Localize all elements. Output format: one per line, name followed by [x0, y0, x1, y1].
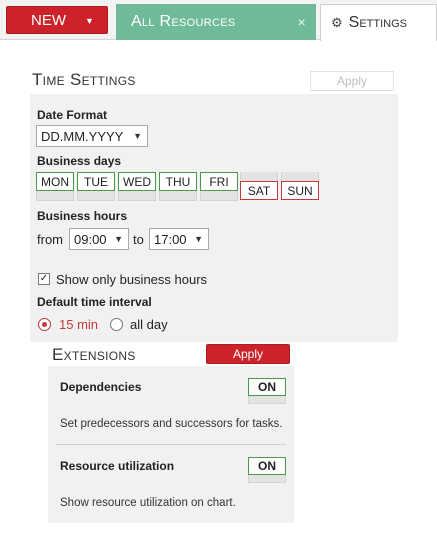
day-toggle-mon[interactable]: MON	[36, 172, 74, 191]
to-label: to	[133, 232, 144, 247]
chevron-down-icon: ▼	[194, 234, 203, 244]
dependencies-toggle[interactable]: ON	[248, 378, 286, 396]
tab-settings-label: Settings	[348, 14, 407, 31]
tab-all-resources[interactable]: All Resources ×	[116, 4, 316, 40]
business-hours-label: Business hours	[37, 209, 128, 223]
extension-name-dependencies: Dependencies	[60, 380, 142, 394]
date-format-label: Date Format	[37, 108, 108, 122]
chevron-down-icon: ▼	[114, 234, 123, 244]
resource-utilization-toggle[interactable]: ON	[248, 457, 286, 475]
show-only-business-hours-checkbox[interactable]: ✓	[38, 273, 50, 285]
toggle-track	[248, 474, 286, 483]
day-track	[118, 191, 156, 201]
day-track	[200, 191, 238, 201]
time-settings-title: Time Settings	[32, 70, 136, 89]
to-time-select[interactable]: 17:00 ▼	[149, 228, 209, 250]
day-track	[159, 191, 197, 201]
tab-settings[interactable]: ⚙ Settings	[320, 4, 437, 41]
date-format-value: DD.MM.YYYY	[41, 128, 124, 144]
day-toggle-sat[interactable]: SAT	[240, 181, 278, 200]
time-settings-apply-button[interactable]: Apply	[310, 71, 394, 91]
extension-description-dependencies: Set predecessors and successors for task…	[60, 418, 283, 430]
extension-divider	[56, 444, 286, 445]
new-button[interactable]: NEW ▼	[6, 6, 108, 34]
interval-15min-label: 15 min	[59, 317, 99, 332]
extension-description-resource-utilization: Show resource utilization on chart.	[60, 497, 236, 509]
chevron-down-icon: ▼	[133, 131, 142, 141]
day-track	[36, 191, 74, 201]
default-interval-label: Default time interval	[37, 295, 152, 309]
new-button-label: NEW	[31, 11, 66, 29]
date-format-select[interactable]: DD.MM.YYYY ▼	[36, 125, 148, 147]
extension-name-resource-utilization: Resource utilization	[60, 459, 175, 473]
day-toggle-wed[interactable]: WED	[118, 172, 156, 191]
day-track	[77, 191, 115, 201]
to-time-value: 17:00	[154, 231, 187, 247]
extensions-title: Extensions	[52, 345, 136, 364]
toggle-track	[248, 395, 286, 404]
gear-icon: ⚙	[331, 15, 343, 30]
from-label: from	[37, 232, 63, 247]
from-time-value: 09:00	[74, 231, 107, 247]
caret-down-icon[interactable]: ▼	[85, 16, 94, 26]
tab-all-resources-label: All Resources	[131, 13, 236, 30]
extensions-apply-button[interactable]: Apply	[206, 344, 290, 364]
day-toggle-tue[interactable]: TUE	[77, 172, 115, 191]
show-only-business-hours-label: Show only business hours	[56, 272, 208, 287]
interval-all-day-label: all day	[130, 317, 168, 332]
close-icon[interactable]: ×	[298, 14, 306, 30]
interval-15min-radio[interactable]	[38, 318, 51, 331]
day-toggle-sun[interactable]: SUN	[281, 181, 319, 200]
day-toggle-fri[interactable]: FRI	[200, 172, 238, 191]
day-toggle-thu[interactable]: THU	[159, 172, 197, 191]
business-days-label: Business days	[37, 154, 122, 168]
interval-all-day-radio[interactable]	[110, 318, 123, 331]
from-time-select[interactable]: 09:00 ▼	[69, 228, 129, 250]
